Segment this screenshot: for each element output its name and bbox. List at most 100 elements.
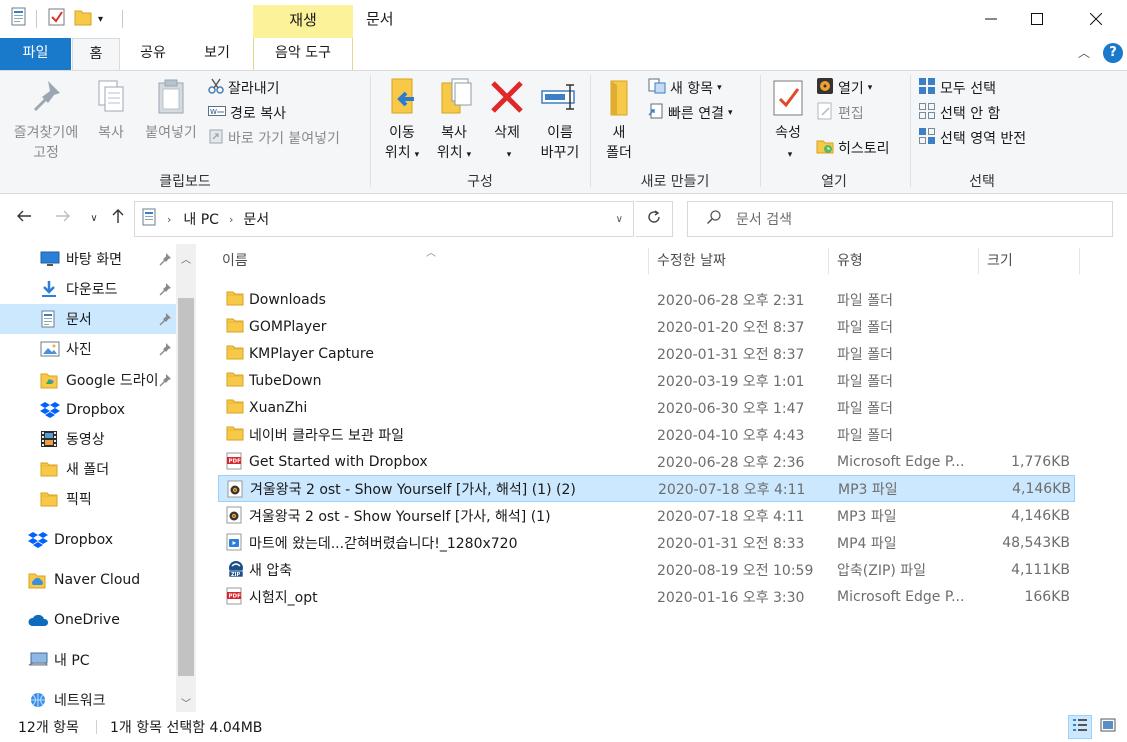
nav-item[interactable]: Dropbox xyxy=(0,395,176,425)
file-row[interactable]: 네이버 클라우드 보관 파일 2020-04-10 오후 4:43 파일 폴더 xyxy=(218,421,1075,448)
tab-view[interactable]: 보기 xyxy=(188,38,246,70)
check-icon[interactable] xyxy=(48,7,66,31)
large-icons-view-button[interactable] xyxy=(1096,715,1120,739)
maximize-button[interactable] xyxy=(1014,0,1060,38)
file-row[interactable]: KMPlayer Capture 2020-01-31 오전 8:37 파일 폴더 xyxy=(218,340,1075,367)
nav-item[interactable]: 내 PC xyxy=(0,645,176,675)
tab-file[interactable]: 파일 xyxy=(0,38,71,70)
back-button[interactable] xyxy=(13,207,35,229)
breadcrumb-my-pc[interactable]: 내 PC xyxy=(183,209,219,229)
cut-button[interactable]: 잘라내기 xyxy=(208,77,280,99)
ribbon: 즐겨찾기에 고정 복사 붙여넣기 잘라내기 W 경로 복사 바로 가기 붙여넣기… xyxy=(0,70,1127,194)
file-row[interactable]: ZIP 새 압축 2020-08-19 오전 10:59 압축(ZIP) 파일 4,11… xyxy=(218,556,1075,583)
context-tab-playback[interactable]: 재생 xyxy=(253,5,353,38)
customize-dropdown-icon[interactable]: ▾ xyxy=(98,14,103,25)
zip-icon: ZIP xyxy=(226,560,246,582)
nav-item[interactable]: 문서 xyxy=(0,304,176,334)
file-name: 마트에 왔는데...갇혀버렸습니다!_1280x720 xyxy=(249,535,518,552)
move-to-button[interactable]: 이동 위치 ▾ xyxy=(376,75,428,165)
file-row[interactable]: 마트에 왔는데...갇혀버렸습니다!_1280x720 2020-01-31 오전… xyxy=(218,529,1075,556)
file-row[interactable]: GOMPlayer 2020-01-20 오전 8:37 파일 폴더 xyxy=(218,313,1075,340)
history-button[interactable]: 히스토리 xyxy=(816,137,890,159)
recent-locations-button[interactable]: ∨ xyxy=(83,207,105,229)
navigation-scrollbar[interactable]: ︿ ﹀ xyxy=(176,244,196,712)
file-type: MP3 파일 xyxy=(838,481,898,498)
breadcrumb-separator-icon[interactable]: › xyxy=(229,213,233,226)
nav-item[interactable]: Dropbox xyxy=(0,525,176,555)
tab-home[interactable]: 홈 xyxy=(72,38,120,71)
column-header-name[interactable]: 이름 xyxy=(214,244,648,278)
address-bar[interactable]: › 내 PC › 문서 ∨ xyxy=(134,201,634,237)
file-type: 파일 폴더 xyxy=(837,373,893,390)
details-view-button[interactable] xyxy=(1068,715,1092,739)
folder-icon xyxy=(226,425,244,445)
breadcrumb-separator-icon[interactable]: › xyxy=(167,213,171,226)
nav-item-label: Dropbox xyxy=(66,402,125,418)
nav-item[interactable]: 다운로드 xyxy=(0,274,176,304)
select-all-button[interactable]: 모두 선택 xyxy=(918,77,996,99)
pin-to-quick-access-button[interactable]: 즐겨찾기에 고정 xyxy=(6,75,86,163)
paste-button[interactable]: 붙여넣기 xyxy=(136,75,206,143)
nav-item[interactable]: 사진 xyxy=(0,334,176,364)
media-disc-icon xyxy=(816,77,834,99)
scroll-down-icon[interactable]: ﹀ xyxy=(176,692,196,712)
nav-item[interactable]: 동영상 xyxy=(0,424,176,454)
invert-selection-button[interactable]: 선택 영역 반전 xyxy=(918,127,1026,149)
copy-button[interactable]: 복사 xyxy=(88,75,134,143)
file-row[interactable]: PDF 시험지_opt 2020-01-16 오후 3:30 Microsoft Ed… xyxy=(218,583,1075,610)
nav-item[interactable]: 픽픽 xyxy=(0,484,176,514)
edit-button[interactable]: 편집 xyxy=(816,102,864,124)
properties-button[interactable]: 속성 ▾ xyxy=(764,75,812,165)
easy-access-button[interactable]: 빠른 연결 ▾ xyxy=(648,102,733,124)
scroll-up-icon[interactable]: ︿ xyxy=(176,248,196,268)
new-folder-icon[interactable] xyxy=(74,7,92,31)
close-button[interactable] xyxy=(1073,0,1119,38)
properties-icon[interactable] xyxy=(10,7,28,31)
breadcrumb-documents[interactable]: 문서 xyxy=(243,209,269,229)
up-button[interactable] xyxy=(107,207,129,229)
file-row[interactable]: 겨울왕국 2 ost - Show Yourself [가사, 해석] (1) 2… xyxy=(218,502,1075,529)
column-header-date[interactable]: 수정한 날짜 xyxy=(649,244,827,278)
search-input[interactable]: 문서 검색 xyxy=(687,201,1113,237)
scrollbar-thumb[interactable] xyxy=(178,298,194,676)
tab-share[interactable]: 공유 xyxy=(126,38,180,70)
minimize-button[interactable] xyxy=(968,0,1014,38)
nav-item[interactable]: 바탕 화면 xyxy=(0,244,176,274)
file-row[interactable]: TubeDown 2020-03-19 오후 1:01 파일 폴더 xyxy=(218,367,1075,394)
file-row[interactable]: PDF Get Started with Dropbox 2020-06-28 오후… xyxy=(218,448,1075,475)
open-button[interactable]: 열기 ▾ xyxy=(816,77,872,99)
window-title: 문서 xyxy=(366,10,394,28)
column-header-size[interactable]: 크기 xyxy=(979,244,1075,278)
new-folder-button[interactable]: 새 폴더 xyxy=(596,75,642,163)
nav-item[interactable]: 네트워크 xyxy=(0,685,176,715)
nav-item[interactable]: Naver Cloud xyxy=(0,565,176,595)
address-dropdown-icon[interactable]: ∨ xyxy=(616,214,623,225)
file-row[interactable]: Downloads 2020-06-28 오후 2:31 파일 폴더 xyxy=(218,286,1075,313)
status-bar: 12개 항목 1개 항목 선택함 4.04MB xyxy=(0,712,1127,742)
file-name: KMPlayer Capture xyxy=(249,345,374,362)
file-name: XuanZhi xyxy=(249,399,308,416)
nav-item[interactable]: OneDrive xyxy=(0,605,176,635)
nav-item[interactable]: 새 폴더 xyxy=(0,454,176,484)
forward-button[interactable] xyxy=(52,207,74,229)
nav-item[interactable]: Google 드라이 xyxy=(0,365,176,395)
select-none-button[interactable]: 선택 안 함 xyxy=(918,102,1000,124)
collapse-ribbon-icon[interactable]: ︿ xyxy=(1078,44,1090,61)
delete-button[interactable]: 삭제 ▾ xyxy=(484,75,530,165)
tab-music-tools[interactable]: 음악 도구 xyxy=(253,38,353,70)
copy-to-button[interactable]: 복사 위치 ▾ xyxy=(428,75,480,165)
refresh-button[interactable] xyxy=(636,201,673,237)
move-to-icon xyxy=(382,75,422,121)
group-label-open: 열기 xyxy=(821,174,847,190)
paste-shortcut-button[interactable]: 바로 가기 붙여넣기 xyxy=(208,127,340,149)
new-item-button[interactable]: 새 항목 ▾ xyxy=(648,77,722,99)
file-type: MP3 파일 xyxy=(837,508,897,525)
group-label-select: 선택 xyxy=(969,174,995,190)
easy-access-icon xyxy=(648,103,664,123)
rename-button[interactable]: 이름 바꾸기 xyxy=(532,75,588,163)
column-header-type[interactable]: 유형 xyxy=(829,244,977,278)
file-row[interactable]: XuanZhi 2020-06-30 오후 1:47 파일 폴더 xyxy=(218,394,1075,421)
file-row[interactable]: 겨울왕국 2 ost - Show Yourself [가사, 해석] (1) … xyxy=(218,475,1075,502)
copy-path-button[interactable]: W 경로 복사 xyxy=(208,102,286,124)
help-icon[interactable]: ? xyxy=(1103,43,1123,63)
